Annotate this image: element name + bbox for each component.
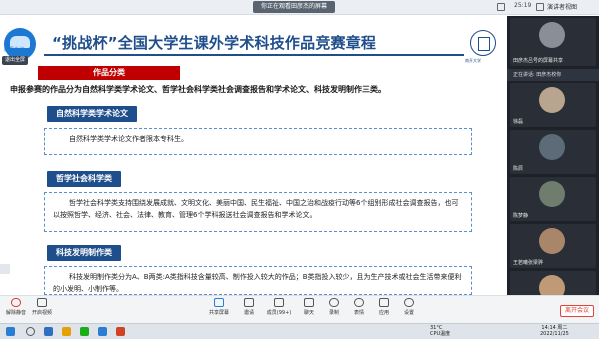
title-divider [44, 54, 464, 56]
category-tab-natural-science: 自然科学类学术论文 [47, 106, 137, 122]
browser-icon[interactable] [44, 327, 53, 336]
temperature-label: CPU温度 [430, 331, 451, 337]
category-box-invention: 科技发明制作类分为A、B两类:A类指科技含量较高、制作投入较大的作品；B类指投入… [44, 266, 472, 295]
chat-button[interactable]: 聊天 [295, 298, 323, 316]
camera-icon [37, 298, 47, 307]
participant-name: 田彦杰吕号的屏幕共享 [513, 58, 564, 64]
category-text: 科技发明制作类分为A、B两类:A类指科技含量较高、制作投入较大的作品；B类指投入… [53, 273, 462, 293]
apps-button[interactable]: 应用 [370, 298, 398, 316]
speaker-view-button[interactable]: 演讲者视图 [547, 2, 577, 11]
app-icon[interactable] [116, 327, 125, 336]
search-icon[interactable] [26, 327, 35, 336]
top-bar: 你正在观看田彦杰的屏幕 25:19 演讲者视图 [0, 0, 599, 15]
slide-title: “挑战杯”全国大学生课外学术科技作品竞赛章程 [52, 34, 377, 52]
meeting-app-icon[interactable] [98, 327, 107, 336]
folder-icon[interactable] [62, 327, 71, 336]
invite-button[interactable]: 邀请 [235, 298, 263, 316]
intro-text: 申报参赛的作品分为自然科学类学术论文、哲学社会科学类社会调查报告和学术论文、科技… [10, 85, 386, 94]
participant-name: 徐磊 [513, 119, 524, 125]
mic-icon [11, 298, 21, 307]
university-name: 南开大学 [465, 58, 481, 63]
participant-tile[interactable]: 徐磊 [510, 83, 596, 127]
participant-tile[interactable]: 田彦杰吕号的屏幕共享 [510, 18, 596, 66]
chat-icon [304, 298, 314, 307]
unmute-button[interactable]: 解除静音 [2, 298, 30, 316]
category-box-social-science: 哲学社会科学类支持围绕发展成就、文明文化、美丽中国、民生福祉、中国之治和战疫行动… [44, 192, 472, 232]
category-tab-social-science: 哲学社会科学类 [47, 171, 121, 187]
category-tab-invention: 科技发明制作类 [47, 245, 121, 261]
clock-date: 2022/11/25 [540, 331, 569, 337]
start-icon[interactable] [6, 327, 15, 336]
category-text: 哲学社会科学类支持围绕发展成就、文明文化、美丽中国、民生福祉、中国之治和战疫行动… [53, 199, 459, 219]
members-icon [274, 298, 284, 307]
start-video-button[interactable]: 开启视频 [28, 298, 56, 316]
participant-name: 陈辰 [513, 166, 524, 172]
category-box-natural-science: 自然科学类学术论文作者限本专科生。 [44, 128, 472, 155]
avatar [539, 228, 565, 254]
record-icon [329, 298, 339, 307]
participant-tile[interactable]: 陈梦静 [510, 177, 596, 221]
speaking-indicator: 正在讲话: 田彦杰校你 [507, 69, 599, 81]
leave-meeting-button[interactable]: 离开会议 [560, 305, 595, 317]
screen-share-banner: 你正在观看田彦杰的屏幕 [253, 1, 336, 13]
apps-icon [379, 298, 389, 307]
participant-tile[interactable]: 王若曦张梁骅 [510, 224, 596, 268]
share-screen-button[interactable]: 共享屏幕 [205, 298, 233, 316]
section-tag: 作品分类 [38, 66, 180, 80]
share-screen-icon [214, 298, 224, 307]
avatar [539, 134, 565, 160]
invite-icon [244, 298, 254, 307]
exit-fullscreen-button[interactable]: 退出全屏 [2, 56, 29, 65]
avatar [539, 87, 565, 113]
members-button[interactable]: 成员(99+) [265, 298, 293, 316]
signal-icon [497, 3, 505, 11]
participant-name: 王若曦张梁骅 [513, 260, 544, 266]
settings-button[interactable]: 设置 [395, 298, 423, 316]
participant-tile[interactable]: 陈辰 [510, 130, 596, 174]
shared-slide: 腾讯会议 退出全屏 “挑战杯”全国大学生课外学术科技作品竞赛章程 南开大学 作品… [0, 16, 506, 295]
category-text: 自然科学类学术论文作者限本专科生。 [69, 135, 188, 143]
record-button[interactable]: 录制 [320, 298, 348, 316]
cpu-temperature: 31°C CPU温度 [430, 325, 450, 337]
panel-toggle-handle[interactable] [0, 264, 10, 274]
wechat-icon[interactable] [80, 327, 89, 336]
participant-name: 陈梦静 [513, 213, 529, 219]
university-seal-icon [470, 30, 496, 56]
avatar [539, 181, 565, 207]
avatar [539, 22, 565, 48]
meeting-timer: 25:19 [514, 2, 532, 9]
system-clock[interactable]: 14:14 周二 2022/11/25 [540, 325, 569, 337]
layout-icon[interactable] [536, 3, 544, 11]
meeting-logo-text: 腾讯会议 [4, 47, 25, 53]
os-taskbar: 31°C CPU温度 14:14 周二 2022/11/25 [0, 323, 599, 339]
gear-icon [404, 298, 414, 307]
reactions-button[interactable]: 表情 [345, 298, 373, 316]
emoji-icon [354, 298, 364, 307]
participant-panel: 田彦杰吕号的屏幕共享 正在讲话: 田彦杰校你 徐磊 陈辰 陈梦静 王若曦张梁骅 [507, 16, 599, 295]
meeting-toolbar: 解除静音 开启视频 共享屏幕 邀请 成员(99+) 聊天 录制 表情 应用 设置… [0, 295, 599, 323]
participant-tile[interactable] [510, 271, 596, 295]
avatar [539, 275, 565, 295]
